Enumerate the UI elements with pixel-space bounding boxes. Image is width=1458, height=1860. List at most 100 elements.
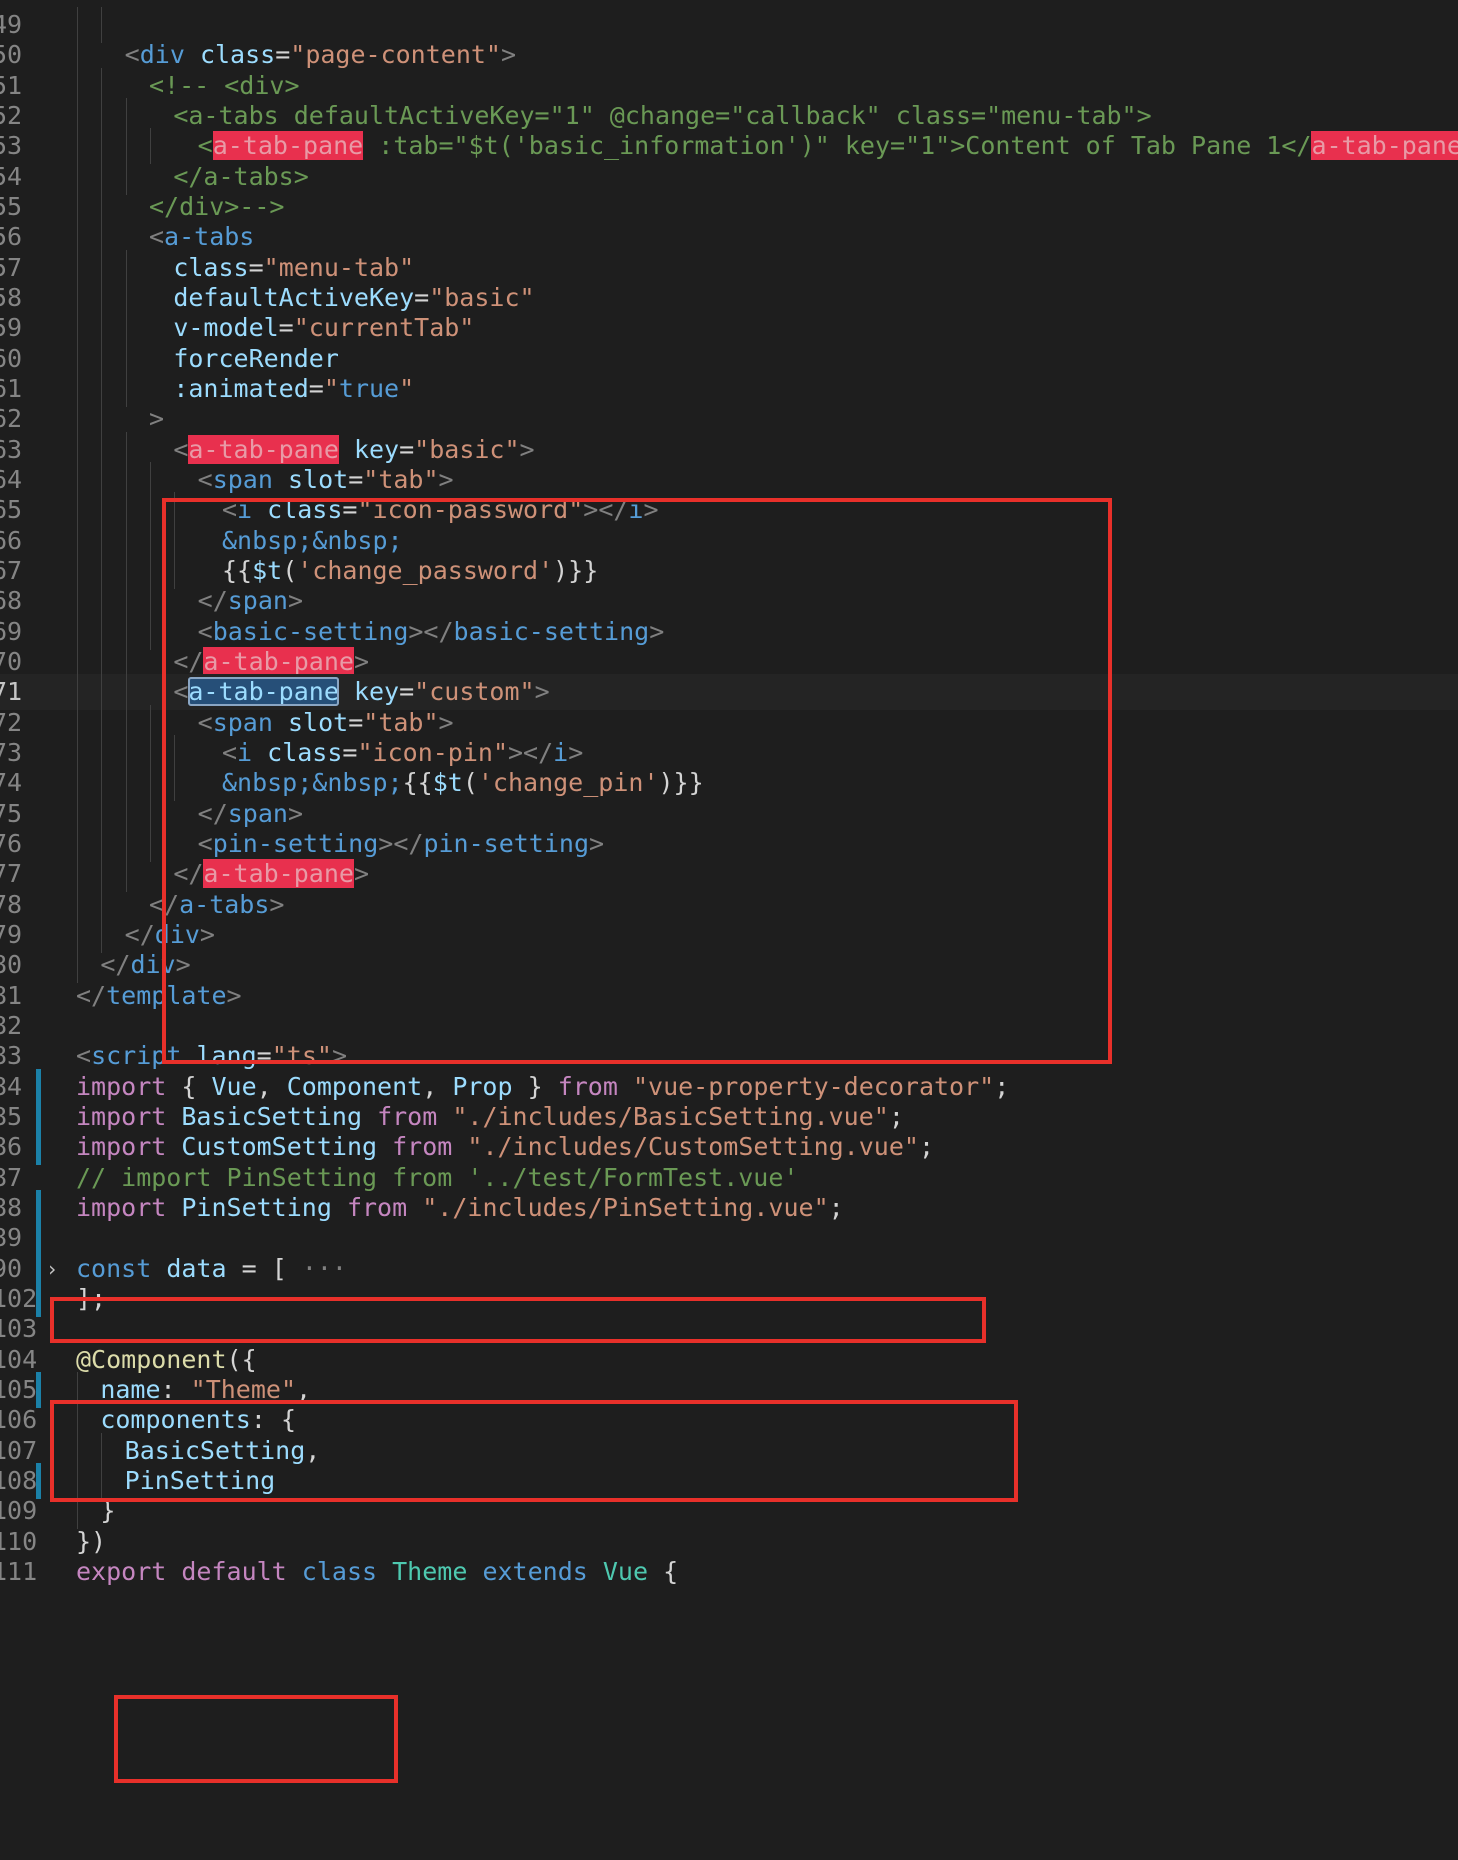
code-token: "./includes/PinSetting.vue" — [422, 1192, 829, 1222]
code-token: span — [212, 707, 273, 737]
code-token: class — [199, 40, 276, 70]
code-token: < — [76, 1041, 92, 1071]
code-token: key — [353, 434, 400, 464]
code-token: > — [287, 586, 304, 616]
code-token: " — [399, 373, 415, 403]
code-token: true — [338, 373, 400, 403]
code-token: < — [197, 464, 213, 494]
code-token: "Theme" — [190, 1374, 297, 1404]
code-token: > — [643, 495, 659, 525]
code-token: 'change_pin' — [477, 768, 659, 798]
code-token: "custom" — [414, 677, 535, 707]
code-token: ({ — [226, 1344, 257, 1374]
code-token: from — [346, 1192, 408, 1222]
code-token: > — [353, 859, 369, 889]
code-token: lang — [196, 1041, 257, 1071]
code-token: < — [221, 737, 238, 767]
code-token: </a-tabs> — [173, 161, 309, 191]
code-token: > — [148, 404, 165, 434]
code-token: = — [414, 282, 430, 312]
code-token: = [ — [226, 1253, 302, 1283]
code-token: " — [323, 373, 339, 403]
code-token: > — [519, 434, 535, 464]
code-token: = — [342, 737, 358, 767]
code-token: > — [568, 737, 584, 767]
code-token: ></ — [508, 737, 554, 767]
code-token: key — [353, 677, 400, 707]
code-token: = — [308, 373, 324, 403]
code-token: "tab" — [363, 707, 439, 737]
search-match: a-tab-pane — [203, 646, 354, 676]
code-token: slot — [287, 464, 349, 494]
line-number[interactable]: 111 — [0, 1554, 37, 1590]
code-token: </ — [76, 980, 107, 1010]
code-token: a-tabs — [179, 889, 270, 919]
code-token: {{ — [221, 555, 253, 585]
code-token: i — [237, 495, 253, 525]
code-token: const — [76, 1253, 152, 1283]
code-token: </ — [173, 646, 204, 676]
code-token: defaultActiveKey — [173, 282, 415, 312]
code-token: </ — [197, 798, 228, 828]
code-token: : — [160, 1374, 191, 1404]
code-token: BasicSetting — [124, 1435, 306, 1465]
code-token: > — [199, 919, 215, 949]
code-token: } — [100, 1496, 116, 1526]
code-token: "./includes/CustomSetting.vue" — [467, 1132, 919, 1162]
code-token: )}} — [553, 555, 599, 585]
code-token: > — [589, 828, 605, 858]
code-token: "vue-property-decorator" — [632, 1071, 995, 1101]
code-token: < — [124, 40, 140, 70]
code-token: PinSetting — [124, 1465, 276, 1495]
code-token: < — [197, 707, 213, 737]
code-token: "./includes/BasicSetting.vue" — [452, 1101, 889, 1131]
code-token: = — [278, 313, 294, 343]
code-token: , — [296, 1374, 312, 1404]
code-token: < — [148, 222, 165, 252]
code-line[interactable]: 111 export default class Theme extends Vu… — [0, 1554, 1458, 1590]
code-token: div — [139, 40, 185, 70]
code-token: data — [166, 1253, 227, 1283]
code-token: ></ — [378, 828, 424, 858]
code-token: > — [500, 40, 517, 70]
code-token: "menu-tab" — [263, 252, 415, 282]
code-token: < — [197, 828, 213, 858]
code-token: div — [130, 950, 176, 980]
code-token: class — [301, 1556, 378, 1586]
code-token: = — [399, 677, 415, 707]
code-token: "basic" — [429, 282, 535, 312]
code-token: </div>--> — [148, 191, 285, 221]
code-token: i — [237, 737, 253, 767]
code-token: div — [154, 919, 200, 949]
code-token: } — [512, 1071, 558, 1101]
code-token: class — [173, 252, 249, 282]
search-match: a-tab-pane — [212, 131, 364, 161]
code-token: ; — [828, 1192, 844, 1222]
search-match: a-tab-pane — [188, 434, 339, 464]
code-token: import — [76, 1071, 167, 1101]
code-editor[interactable]: 4950<div class="page-content">51<!-- <di… — [0, 0, 1458, 1860]
code-token: import — [76, 1132, 167, 1162]
code-token: = — [342, 495, 358, 525]
code-token: :tab="$t('basic_information')" key="1">C… — [363, 131, 1312, 161]
code-token: , — [305, 1435, 321, 1465]
code-token: ··· — [301, 1253, 347, 1283]
code-token: Theme — [392, 1556, 468, 1586]
selection: a-tab-pane — [188, 677, 339, 707]
code-token: "ts" — [271, 1041, 332, 1071]
code-token: = — [348, 464, 364, 494]
code-token: > — [649, 616, 665, 646]
line-code: export default class Theme extends Vue { — [76, 1554, 678, 1590]
